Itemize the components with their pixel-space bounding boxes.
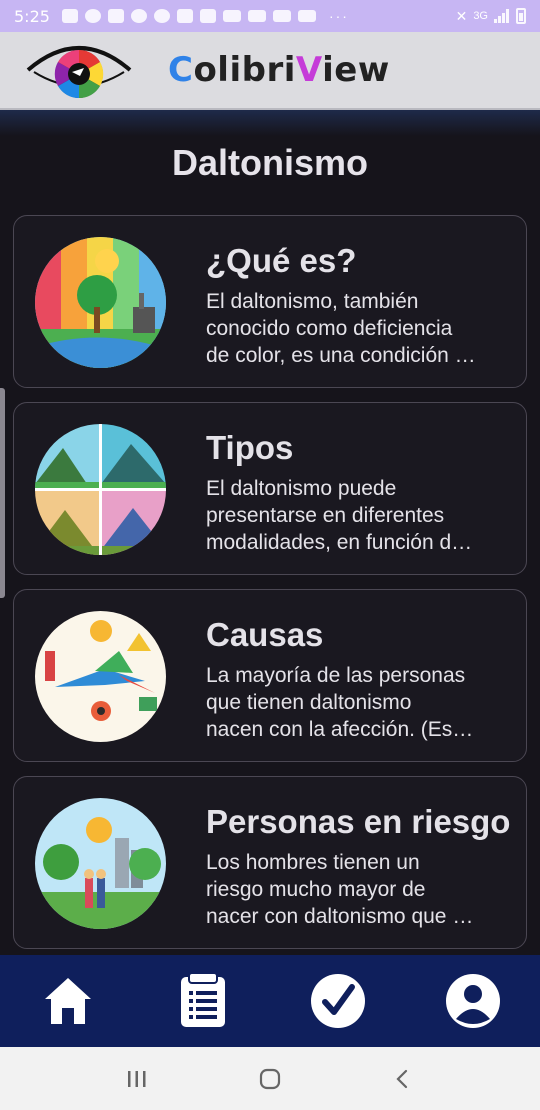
- more-notifications: ···: [328, 8, 349, 24]
- notification-icon: [61, 9, 78, 23]
- home-system-button[interactable]: [250, 1059, 290, 1099]
- card-personas-en-riesgo[interactable]: Personas en riesgo Los hombres tienen un…: [13, 776, 527, 949]
- youtube-icon: [297, 10, 316, 22]
- logo-eye-icon: [26, 46, 132, 99]
- message-icon: [107, 9, 124, 23]
- app-icon: [176, 9, 193, 23]
- eye-app-icon: [153, 9, 170, 23]
- status-time: 5:25: [14, 6, 50, 26]
- thumbnail-hummingbird-image: [35, 611, 166, 742]
- bottom-navigation: [0, 955, 540, 1047]
- check-icon: [310, 974, 365, 1028]
- card-description: El daltonismo puede presentarse en difer…: [206, 477, 473, 554]
- card-title: ¿Qué es?: [206, 242, 357, 279]
- app-brand: ColibriView: [168, 50, 390, 90]
- card-description: El daltonismo, también conocido como def…: [206, 290, 476, 367]
- thumbnail-mountains-image: [35, 424, 166, 555]
- youtube-icon: [247, 10, 266, 22]
- header-shadow: [0, 110, 540, 136]
- nav-profile-button[interactable]: [442, 970, 504, 1032]
- card-tipos[interactable]: Tipos El daltonismo puede presentarse en…: [13, 402, 527, 575]
- back-button[interactable]: [383, 1059, 423, 1099]
- card-description: Los hombres tienen un riesgo mucho mayor…: [206, 851, 474, 928]
- recent-apps-button[interactable]: [117, 1059, 157, 1099]
- thumbnail-people-image: [35, 798, 166, 929]
- app-icon: [199, 9, 216, 23]
- card-title: Causas: [206, 616, 324, 653]
- home-circle-icon: [259, 1068, 281, 1089]
- youtube-icon: [272, 10, 291, 22]
- card-description: La mayoría de las personas que tienen da…: [206, 664, 474, 741]
- status-bar: 5:25 ··· ✕ 3G: [0, 0, 540, 32]
- recent-apps-icon: [127, 1070, 146, 1087]
- test-list-icon: [180, 973, 225, 1027]
- page-title: Daltonismo: [171, 142, 368, 183]
- home-icon: [44, 978, 91, 1024]
- instagram-icon: [84, 9, 101, 23]
- nav-test-button[interactable]: [172, 970, 234, 1032]
- card-causas[interactable]: Causas La mayoría de las personas que ti…: [13, 589, 527, 762]
- mute-icon: ✕: [455, 7, 468, 24]
- edge-panel-handle[interactable]: [0, 388, 5, 598]
- system-navigation: [0, 1047, 540, 1110]
- back-icon: [396, 1069, 408, 1088]
- profile-icon: [445, 974, 500, 1028]
- network-label: 3G: [473, 10, 488, 22]
- app-icon: [130, 9, 147, 23]
- topic-list: ¿Qué es? El daltonismo, también conocido…: [13, 215, 527, 963]
- signal-icon: [494, 9, 510, 23]
- nav-results-button[interactable]: [307, 970, 369, 1032]
- battery-icon: [516, 8, 526, 24]
- nav-home-button[interactable]: [37, 970, 99, 1032]
- card-title: Personas en riesgo: [206, 803, 511, 840]
- app-header: ColibriView: [0, 32, 540, 110]
- card-title: Tipos: [206, 429, 294, 466]
- card-que-es[interactable]: ¿Qué es? El daltonismo, también conocido…: [13, 215, 527, 388]
- youtube-icon: [222, 10, 241, 22]
- thumbnail-landscape-image: [35, 237, 166, 368]
